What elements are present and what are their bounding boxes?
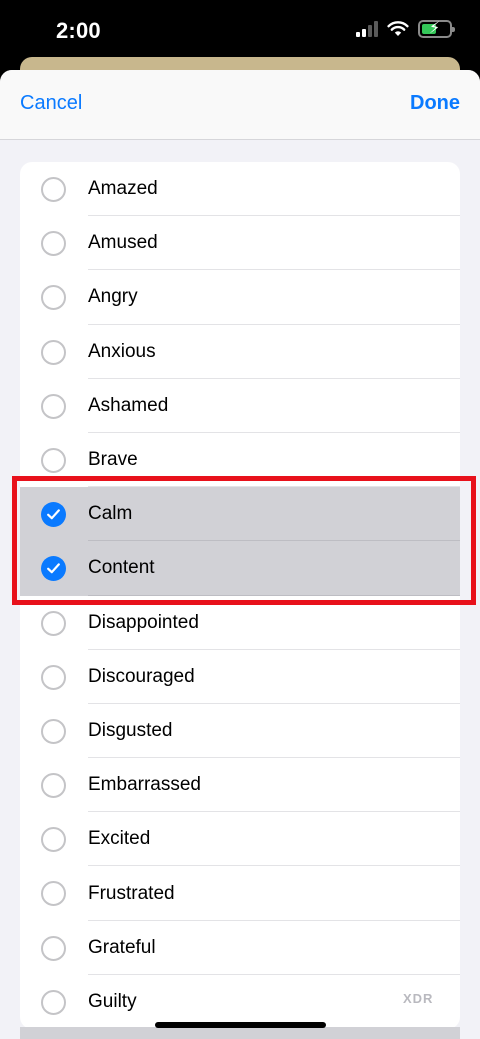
emotion-label: Amazed [88,178,158,200]
emotion-label: Ashamed [88,394,169,416]
emotion-label: Embarrassed [88,774,201,796]
emotion-row-disgusted[interactable]: Disgusted [20,704,460,759]
next-row-peek [20,1027,460,1039]
done-button[interactable]: Done [410,92,460,115]
emotion-label: Disappointed [88,611,199,633]
emotion-picker-sheet: Cancel Done Amazed Amused Angry Anxious … [0,70,480,1039]
cellular-signal-icon [356,21,378,37]
radio-unchecked-icon [41,664,66,690]
status-bar: 2:00 ⚡ [0,0,480,62]
radio-unchecked-icon [41,447,66,473]
emotion-row-brave[interactable]: Brave [20,433,460,488]
emotion-row-embarrassed[interactable]: Embarrassed [20,758,460,813]
emotion-label: Grateful [88,936,156,958]
checkmark-circle-icon [41,556,66,582]
status-icons: ⚡ [356,20,455,38]
emotion-row-amazed[interactable]: Amazed [20,162,460,217]
radio-unchecked-icon [41,773,66,799]
emotion-label: Angry [88,286,138,308]
radio-unchecked-icon [41,610,66,636]
home-indicator[interactable] [155,1022,326,1028]
radio-unchecked-icon [41,231,66,257]
emotion-label: Frustrated [88,882,175,904]
emotion-row-frustrated[interactable]: Frustrated [20,866,460,921]
emotion-row-anxious[interactable]: Anxious [20,325,460,379]
emotion-list: Amazed Amused Angry Anxious Ashamed Brav… [20,162,460,1029]
emotion-row-angry[interactable]: Angry [20,270,460,325]
battery-charging-icon: ⚡ [418,20,455,38]
emotion-label: Brave [88,449,138,471]
emotion-label: Calm [88,503,133,525]
radio-unchecked-icon [41,393,66,419]
emotion-label: Disgusted [88,719,173,741]
emotion-row-discouraged[interactable]: Discouraged [20,650,460,704]
emotion-row-grateful[interactable]: Grateful [20,921,460,975]
emotion-label: Discouraged [88,665,195,687]
wifi-icon [387,21,409,36]
emotion-label: Amused [88,232,158,254]
watermark-logo: XDR [403,991,434,1006]
radio-unchecked-icon [41,935,66,961]
sheet-header: Cancel Done [0,70,480,140]
cancel-button[interactable]: Cancel [20,92,82,115]
emotion-row-disappointed[interactable]: Disappointed [20,596,460,650]
radio-unchecked-icon [41,718,66,744]
radio-unchecked-icon [41,285,66,311]
radio-unchecked-icon [41,827,66,853]
emotion-row-calm[interactable]: Calm [20,487,460,542]
emotion-row-excited[interactable]: Excited [20,812,460,867]
radio-unchecked-icon [41,177,66,202]
emotion-label: Excited [88,828,151,850]
emotion-label: Content [88,557,155,579]
emotion-label: Anxious [88,340,156,362]
checkmark-circle-icon [41,502,66,528]
radio-unchecked-icon [41,989,66,1015]
emotion-row-guilty[interactable]: Guilty [20,975,460,1029]
emotion-row-amused[interactable]: Amused [20,216,460,271]
emotion-row-ashamed[interactable]: Ashamed [20,379,460,433]
emotion-row-content[interactable]: Content [20,541,460,596]
status-time: 2:00 [56,18,101,43]
radio-unchecked-icon [41,881,66,907]
radio-unchecked-icon [41,339,66,365]
emotion-label: Guilty [88,990,137,1012]
